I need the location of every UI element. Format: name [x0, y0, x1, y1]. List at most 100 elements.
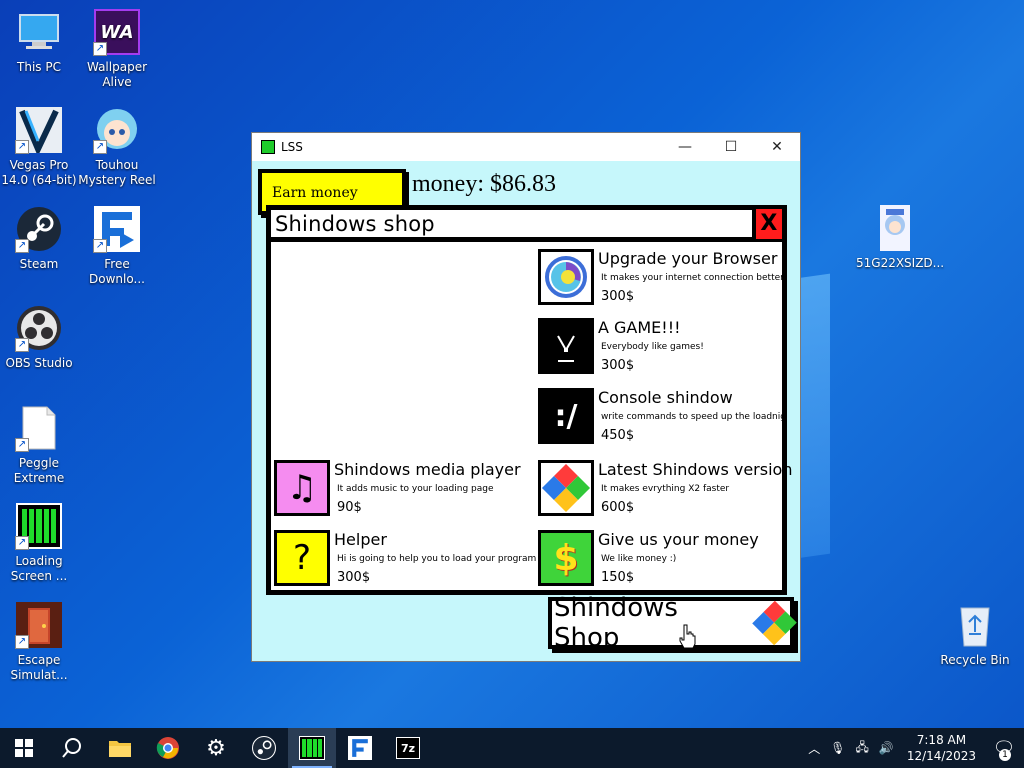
clock[interactable]: 7:18 AM 12/14/2023: [907, 732, 976, 764]
question-icon: ?: [274, 530, 330, 586]
clock-date: 12/14/2023: [906, 749, 976, 763]
network-icon[interactable]: 🖧: [855, 738, 868, 759]
desktop-icon-escape-simulator[interactable]: ↗ Escape Simulat...: [0, 601, 78, 683]
item-price: 300$: [601, 358, 635, 373]
taskbar: ⚙ 7z ︿ 🎙 🖧 🔊 7:18 AM 12/14/2023 🗨 1: [0, 728, 1024, 768]
item-name: Latest Shindows version: [598, 460, 793, 479]
taskbar-steam[interactable]: [240, 728, 288, 768]
item-desc: It makes your internet connection better: [601, 273, 784, 283]
taskbar-chrome[interactable]: [144, 728, 192, 768]
desktop-icon-touhou[interactable]: ↗ Touhou Mystery Reel: [78, 106, 156, 188]
window-titlebar[interactable]: LSS — ☐ ✕: [252, 133, 800, 161]
desktop-icon-peggle[interactable]: ↗ Peggle Extreme: [0, 404, 78, 486]
chrome-icon: [156, 737, 179, 759]
search-icon: [62, 738, 81, 758]
desktop-icon-label: Loading Screen ...: [10, 554, 68, 583]
close-button[interactable]: ✕: [754, 133, 800, 161]
desktop-icon-label: OBS Studio: [5, 356, 73, 370]
vegas-pro-icon: ↗: [15, 106, 63, 154]
shindows-shop-button[interactable]: Shindows Shop: [548, 593, 797, 653]
taskbar-loading-screen[interactable]: [288, 728, 336, 768]
desktop-icon-this-pc[interactable]: This PC: [0, 8, 78, 75]
steam-icon: ↗: [15, 205, 63, 253]
desktop-icon-label: Recycle Bin: [940, 653, 1010, 667]
shortcut-arrow-icon: ↗: [93, 140, 107, 154]
window-title: LSS: [281, 140, 303, 154]
recycle-bin-icon: [951, 601, 999, 649]
shop-item-console[interactable]: :/ Console shindow write commands to spe…: [538, 386, 788, 446]
microphone-icon[interactable]: 🎙: [830, 741, 845, 755]
shortcut-arrow-icon: ↗: [93, 239, 107, 253]
shop-item-game[interactable]: A GAME!!! Everybody like games! 300$: [538, 316, 788, 376]
desktop-icon-wallpaper-alive[interactable]: WA ↗ Wallpaper Alive: [78, 8, 156, 90]
console-icon: :/: [538, 388, 594, 444]
item-price: 450$: [601, 428, 635, 443]
game-icon: [538, 318, 594, 374]
app-icon: [261, 140, 275, 154]
item-price: 90$: [337, 500, 362, 515]
item-price: 150$: [601, 570, 635, 585]
file-icon: ↗: [15, 404, 63, 452]
item-desc: Hi is going to help you to load your pro…: [337, 554, 537, 564]
shortcut-arrow-icon: ↗: [15, 635, 29, 649]
item-desc: It adds music to your loading page: [337, 484, 494, 494]
taskbar-settings[interactable]: ⚙: [192, 728, 240, 768]
desktop-icon-label: 51G22XSIZD...: [856, 256, 945, 270]
shop-title: Shindows shop: [275, 211, 435, 236]
desktop-icon-label: Peggle Extreme: [13, 456, 65, 485]
shop-close-button[interactable]: X: [752, 208, 782, 239]
start-button[interactable]: [0, 728, 48, 768]
shop-button-label: Shindows Shop: [554, 593, 678, 653]
maximize-button[interactable]: ☐: [708, 133, 754, 161]
desktop-icon-label: Steam: [19, 257, 59, 271]
shop-item-helper[interactable]: ? Helper Hi is going to help you to load…: [274, 528, 536, 588]
shindows-shop-panel: Shindows shop X Upgrade your Browser It …: [266, 205, 792, 595]
shop-item-give-money[interactable]: $ Give us your money We like money :) 15…: [538, 528, 788, 588]
shortcut-arrow-icon: ↗: [15, 239, 29, 253]
item-desc: It makes evrything X2 faster: [601, 484, 730, 494]
gear-icon: ⚙: [206, 735, 226, 761]
notification-count: 1: [999, 749, 1011, 761]
music-note-icon: ♫: [274, 460, 330, 516]
shop-item-latest-version[interactable]: Latest Shindows version It makes evrythi…: [538, 458, 792, 518]
clock-time: 7:18 AM: [916, 733, 967, 747]
taskbar-free-download[interactable]: [336, 728, 384, 768]
search-button[interactable]: [48, 728, 96, 768]
desktop-icon-loading-screen[interactable]: ↗ Loading Screen ...: [0, 502, 78, 584]
shop-item-browser[interactable]: Upgrade your Browser It makes your inter…: [538, 247, 788, 307]
desktop-icon-recycle-bin[interactable]: Recycle Bin: [936, 601, 1014, 668]
shindows-logo-icon: [538, 460, 594, 516]
minimize-button[interactable]: —: [662, 133, 708, 161]
desktop-icon-free-download[interactable]: ↗ Free Downlo...: [78, 205, 156, 287]
desktop-icon-obs[interactable]: ↗ OBS Studio: [0, 304, 78, 371]
dollar-icon: $: [538, 530, 594, 586]
taskbar-7zip[interactable]: 7z: [384, 728, 432, 768]
desktop-icon-vegas-pro[interactable]: ↗ Vegas Pro 14.0 (64-bit): [0, 106, 78, 188]
desktop-icon-label: This PC: [17, 60, 61, 74]
notification-button[interactable]: 🗨 1: [984, 728, 1024, 768]
item-desc: Everybody like games!: [601, 342, 704, 352]
chevron-up-icon[interactable]: ︿: [808, 740, 820, 757]
desktop-icon-label: Escape Simulat...: [10, 653, 68, 682]
free-download-icon: [348, 736, 372, 760]
system-tray: ︿ 🎙 🖧 🔊 7:18 AM 12/14/2023 🗨 1: [803, 728, 1024, 768]
volume-icon[interactable]: 🔊: [879, 741, 894, 755]
folder-icon: [109, 741, 131, 757]
shop-item-media-player[interactable]: ♫ Shindows media player It adds music to…: [274, 458, 524, 518]
browser-icon: [538, 249, 594, 305]
shortcut-arrow-icon: ↗: [15, 338, 29, 352]
item-name: A GAME!!!: [598, 318, 681, 337]
item-price: 600$: [601, 500, 635, 515]
item-name: Console shindow: [598, 388, 733, 407]
desktop-icon-label: Wallpaper Alive: [86, 60, 148, 89]
item-desc: write commands to speed up the loadnig: [601, 412, 786, 422]
windows-icon: [15, 739, 33, 757]
loading-screen-icon: [299, 736, 325, 760]
desktop-icon-label: Vegas Pro 14.0 (64-bit): [1, 158, 77, 187]
desktop-icon-image-file[interactable]: 51G22XSIZD...: [856, 204, 945, 271]
desktop-icon-steam[interactable]: ↗ Steam: [0, 205, 78, 272]
loading-screen-icon: ↗: [15, 502, 63, 550]
steam-icon: [252, 736, 276, 760]
taskbar-file-explorer[interactable]: [96, 728, 144, 768]
hand-cursor-icon: [679, 624, 696, 648]
